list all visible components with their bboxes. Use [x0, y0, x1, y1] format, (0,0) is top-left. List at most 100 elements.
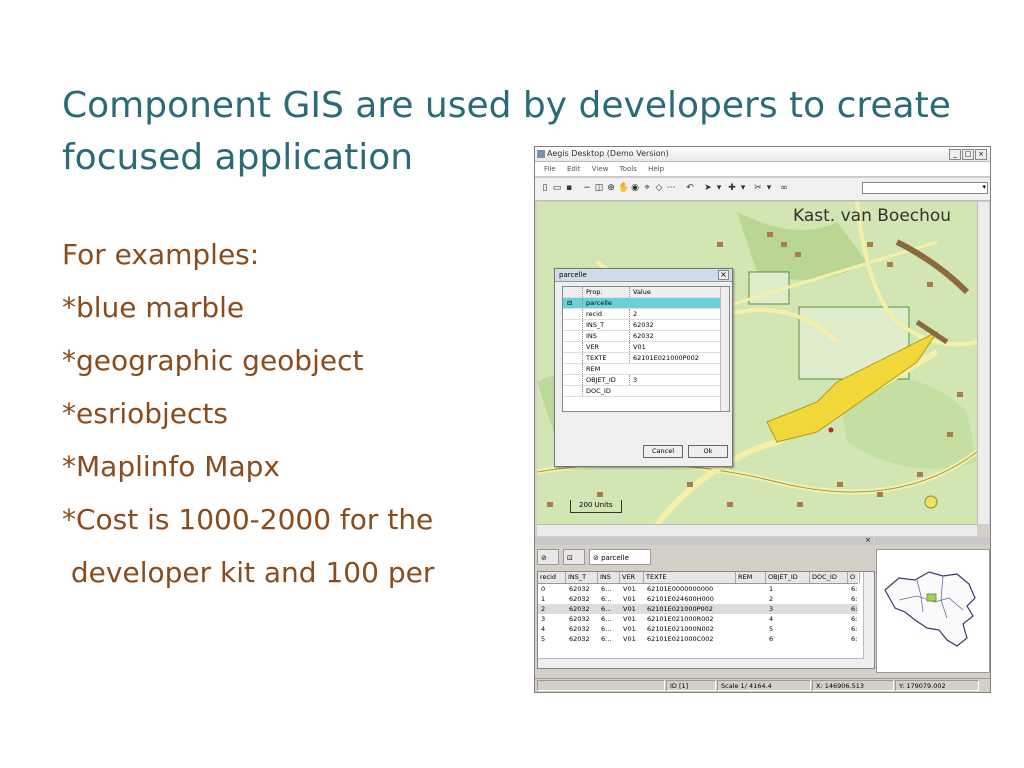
arrow-pointer-icon[interactable]: ➤ [703, 183, 713, 193]
zoom-in-icon[interactable]: ⊕ [606, 183, 616, 193]
attribute-table[interactable]: recid INS_T INS VER TEXTE REM OBJET_ID D… [537, 571, 875, 669]
table-cell: 6... [601, 605, 612, 613]
dialog-title: parcelle [559, 271, 587, 279]
maximize-button[interactable]: □ [962, 149, 974, 160]
map-view[interactable]: Kast. van Boechou 200 Units parcelle × P… [537, 202, 977, 524]
map-vertical-scrollbar[interactable] [977, 202, 989, 524]
menu-tools[interactable]: Tools [620, 165, 637, 173]
ok-button[interactable]: Ok [688, 445, 728, 458]
minimize-button[interactable]: _ [949, 149, 961, 160]
map-horizontal-scrollbar[interactable] [537, 524, 977, 536]
close-button[interactable]: × [975, 149, 987, 160]
property-row[interactable]: ⊟ parcelle [563, 298, 720, 309]
tool-icon[interactable]: ◇ [654, 183, 664, 193]
layer-select[interactable]: ▾ [862, 182, 988, 194]
table-cell: 6... [601, 615, 612, 623]
menu-edit[interactable]: Edit [567, 165, 581, 173]
column-header[interactable]: REM [736, 572, 766, 583]
zoom-out-icon[interactable]: − [582, 183, 592, 193]
undo-icon[interactable]: ↶ [685, 183, 695, 193]
table-row[interactable]: 1 62032 6... V01 62101E024600H000 2 6: [538, 594, 858, 604]
menu-view[interactable]: View [592, 165, 609, 173]
overview-map[interactable] [876, 549, 990, 673]
table-cell: 6... [601, 635, 612, 643]
table-cell: V01 [623, 605, 636, 613]
binoculars-icon[interactable]: ∞ [779, 183, 789, 193]
property-grid-scrollbar[interactable] [720, 287, 729, 411]
property-row[interactable]: TEXTE 62101E021000P002 [563, 353, 720, 364]
tab-legend[interactable]: ⊡ [563, 549, 585, 565]
property-row[interactable]: INS 62032 [563, 331, 720, 342]
chevron-down-icon[interactable]: ▾ [714, 183, 724, 193]
property-row[interactable]: DOC_ID [563, 386, 720, 397]
table-cell: 62032 [569, 625, 590, 633]
table-cell: 62032 [569, 605, 590, 613]
tab-layers[interactable]: ⊘ [537, 549, 559, 565]
table-cell: 62101E021000C002 [647, 635, 714, 643]
title-line-1: Component GIS are used by developers to … [62, 85, 951, 126]
menu-bar: File Edit View Tools Help [535, 162, 990, 177]
property-row[interactable]: VER V01 [563, 342, 720, 353]
table-cell: 6: [851, 585, 858, 593]
property-row[interactable]: recid 2 [563, 309, 720, 320]
table-row[interactable]: 4 62032 6... V01 62101E021000N002 5 6: [538, 624, 858, 634]
window-controls: _ □ × [948, 149, 987, 160]
property-row[interactable]: INS_T 62032 [563, 320, 720, 331]
table-cell: 1 [541, 595, 546, 603]
pan-hand-icon[interactable]: ✋ [618, 183, 629, 193]
crosshair-icon[interactable]: ✚ [727, 183, 737, 193]
collapse-icon[interactable]: ⊟ [567, 298, 581, 308]
open-folder-icon[interactable]: ▭ [552, 183, 562, 193]
property-grid[interactable]: Prop. Value ⊟ parcelle recid 2 INS_T 620… [562, 286, 730, 412]
new-file-icon[interactable]: ▯ [540, 183, 550, 193]
column-header[interactable]: DOC_ID [810, 572, 848, 583]
table-cell: V01 [623, 635, 636, 643]
status-bar: ID [1] Scale 1/ 4164.4 X: 146906.513 Y: … [535, 678, 990, 692]
table-horizontal-scrollbar[interactable] [538, 658, 864, 668]
table-vertical-scrollbar[interactable] [863, 572, 874, 668]
bullet-list: For examples: *blue marble *geographic g… [62, 228, 434, 599]
column-header[interactable]: TEXTE [644, 572, 736, 583]
property-name: OBJET_ID [582, 375, 626, 385]
table-cell: 6: [851, 595, 858, 603]
property-row[interactable]: REM [563, 364, 720, 375]
table-row[interactable]: 3 62032 6... V01 62101E021000R002 4 6: [538, 614, 858, 624]
scissors-icon[interactable]: ✂ [753, 183, 763, 193]
column-header[interactable]: OBJET_ID [766, 572, 810, 583]
layers-icon: ⊘ [541, 554, 547, 562]
property-name: parcelle [582, 298, 626, 308]
table-row[interactable]: 2 62032 6... V01 62101E021000P002 3 6: [538, 604, 858, 614]
column-header[interactable]: recid [538, 572, 566, 583]
tab-parcelle[interactable]: ⊘ parcelle [589, 549, 651, 565]
table-row[interactable]: 5 62032 6... V01 62101E021000C002 6 6: [538, 634, 858, 644]
property-name: VER [582, 342, 626, 352]
column-header[interactable]: O [848, 572, 860, 583]
status-id: ID [1] [666, 680, 716, 691]
column-header[interactable]: INS [598, 572, 620, 583]
measure-icon[interactable]: ⋯ [666, 183, 676, 193]
table-row[interactable]: 0 62032 6... V01 62101E0000000000 1 6: [538, 584, 858, 594]
table-cell: 4 [769, 615, 774, 623]
table-panel-header: × [535, 536, 873, 545]
chevron-down-icon[interactable]: ▾ [738, 183, 748, 193]
status-x-coordinate: X: 146906.513 [812, 680, 894, 691]
property-row[interactable]: OBJET_ID 3 [563, 375, 720, 386]
zoom-extent-icon[interactable]: ◫ [594, 183, 604, 193]
column-header[interactable]: VER [620, 572, 644, 583]
menu-help[interactable]: Help [648, 165, 664, 173]
chevron-down-icon[interactable]: ▾ [764, 183, 774, 193]
select-icon[interactable]: ⌖ [642, 183, 652, 193]
menu-file[interactable]: File [544, 165, 556, 173]
table-tabs: ⊘ ⊡ ⊘ parcelle [535, 547, 873, 567]
table-panel-close-button[interactable]: × [865, 536, 871, 544]
cancel-button[interactable]: Cancel [643, 445, 683, 458]
table-cell: V01 [623, 625, 636, 633]
status-scale: Scale 1/ 4164.4 [717, 680, 811, 691]
status-empty [537, 680, 665, 691]
property-name: TEXTE [582, 353, 626, 363]
save-icon[interactable]: ▪ [564, 183, 574, 193]
globe-icon[interactable]: ◉ [630, 183, 640, 193]
dialog-close-button[interactable]: × [718, 270, 729, 280]
column-header[interactable]: INS_T [566, 572, 598, 583]
table-cell: 5 [541, 635, 546, 643]
